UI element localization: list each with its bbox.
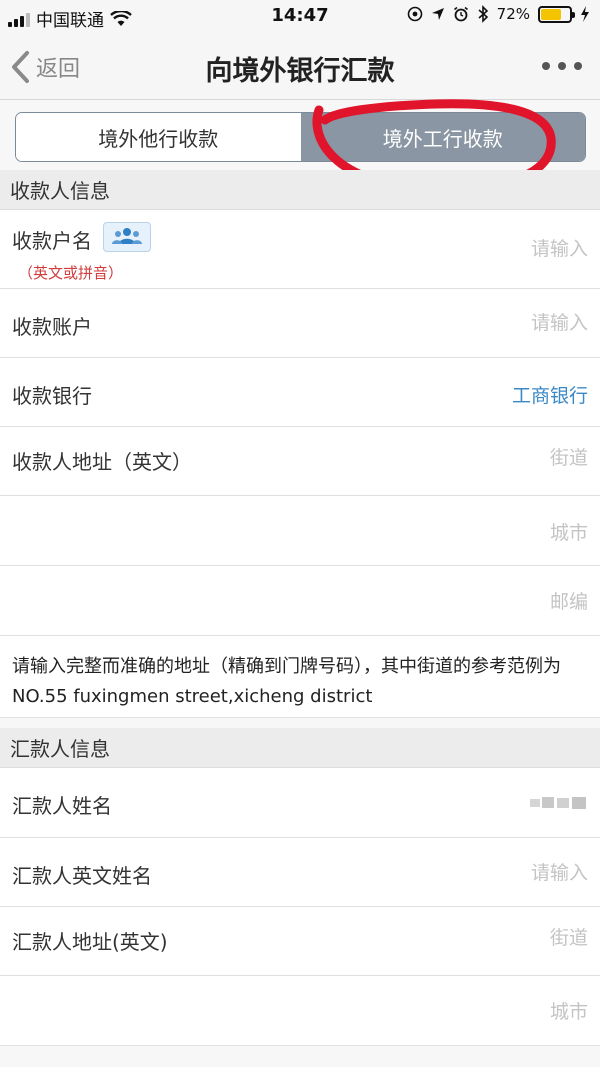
payee-section-header: 收款人信息 [0, 170, 600, 210]
charging-icon [581, 6, 589, 22]
battery-icon [538, 5, 575, 23]
remitter-street-input[interactable] [388, 927, 588, 949]
payee-account-row[interactable]: 收款账户 [0, 289, 600, 358]
tab-other-bank[interactable]: 境外他行收款 [16, 113, 301, 161]
payee-bank-label: 收款银行 [12, 384, 92, 408]
remitter-english-name-row[interactable]: 汇款人英文姓名 [0, 838, 600, 907]
address-note: 请输入完整而准确的地址（精确到门牌号码），其中街道的参考范例为NO.55 fux… [0, 636, 600, 718]
payee-bank-value[interactable]: 工商银行 [388, 381, 588, 408]
payee-name-hint: （英文或拼音） [18, 264, 124, 282]
payee-name-input[interactable] [388, 238, 588, 260]
remitter-name-label: 汇款人姓名 [12, 794, 112, 818]
payee-city-input[interactable] [388, 522, 588, 544]
remitter-english-name-label: 汇款人英文姓名 [12, 864, 152, 888]
remitter-address-label: 汇款人地址(英文) [12, 930, 168, 954]
remitter-city-input[interactable] [388, 1001, 588, 1023]
page-title: 向境外银行汇款 [205, 56, 395, 87]
redacted-name [530, 797, 586, 809]
battery-percent: 72% [496, 5, 530, 23]
remitter-english-name-input[interactable] [388, 862, 588, 884]
remitter-street-row[interactable]: 汇款人地址(英文) [0, 907, 600, 976]
contacts-button[interactable] [103, 222, 151, 252]
payee-name-row[interactable]: 收款户名 （英文或拼音） [0, 210, 600, 289]
payee-type-segment: 境外他行收款 境外工行收款 [15, 112, 586, 162]
payee-account-label: 收款账户 [12, 315, 92, 339]
payee-account-input[interactable] [388, 312, 588, 334]
payee-bank-row[interactable]: 收款银行 工商银行 [0, 358, 600, 427]
nav-bar: 返回 向境外银行汇款 [0, 34, 600, 100]
tab-icbc[interactable]: 境外工行收款 [300, 113, 585, 161]
payee-city-row[interactable] [0, 496, 600, 566]
payee-street-row[interactable]: 收款人地址（英文） [0, 427, 600, 496]
status-right: 72% [407, 5, 590, 23]
remitter-city-row[interactable] [0, 976, 600, 1046]
payee-name-label: 收款户名 [12, 229, 92, 253]
payee-street-input[interactable] [388, 447, 588, 469]
contacts-icon [112, 228, 142, 244]
payee-postcode-input[interactable] [388, 591, 588, 613]
location-icon [431, 8, 444, 20]
bluetooth-icon [478, 5, 488, 23]
payee-postcode-row[interactable] [0, 566, 600, 636]
remitter-name-row: 汇款人姓名 [0, 768, 600, 838]
status-bar: 中国联通 14:47 72% [0, 0, 600, 34]
location-lock-icon [407, 6, 422, 22]
payee-address-label: 收款人地址（英文） [12, 450, 192, 474]
alarm-icon [453, 6, 468, 22]
remitter-section-header: 汇款人信息 [0, 728, 600, 768]
battery-fill [541, 8, 562, 20]
more-icon[interactable] [542, 62, 582, 70]
